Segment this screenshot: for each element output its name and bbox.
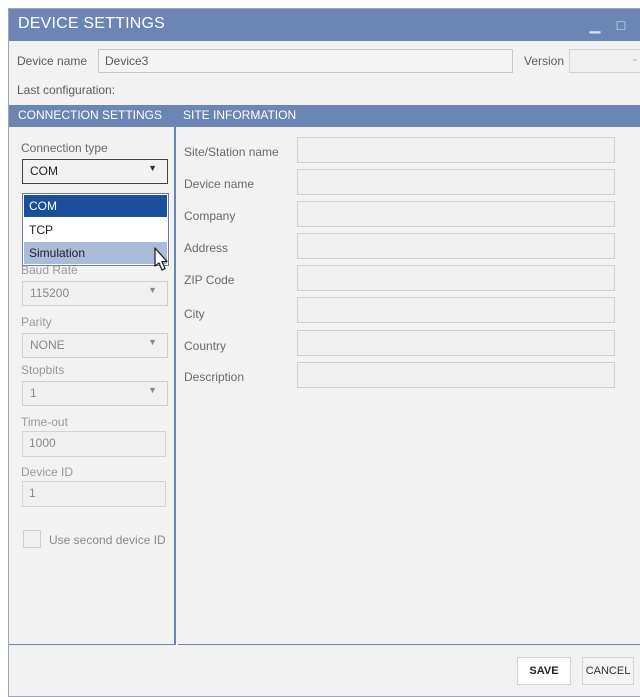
site-information-header: SITE INFORMATION (183, 108, 297, 122)
connection-type-label: Connection type (21, 141, 108, 155)
close-button[interactable]: × (633, 9, 640, 41)
zip-code-input[interactable] (297, 265, 615, 291)
dropdown-option-tcp[interactable]: TCP (24, 219, 167, 241)
city-label: City (184, 307, 205, 321)
baud-rate-value: 115200 (30, 286, 70, 300)
site-device-name-label: Device name (184, 177, 255, 191)
dropdown-option-com[interactable]: COM (24, 195, 167, 217)
chevron-down-icon: ▼ (148, 285, 157, 295)
address-label: Address (184, 241, 229, 255)
city-input[interactable] (297, 297, 615, 323)
stopbits-value: 1 (30, 386, 37, 400)
description-input[interactable] (297, 362, 615, 388)
connection-settings-header: CONNECTION SETTINGS (18, 108, 163, 122)
chevron-down-icon: ▼ (148, 163, 157, 173)
country-input[interactable] (297, 330, 615, 356)
parity-label: Parity (21, 315, 52, 329)
last-configuration-label: Last configuration: (17, 83, 116, 97)
device-name-label: Device name (17, 54, 88, 68)
stopbits-select[interactable]: 1 ▼ (22, 381, 168, 406)
connection-type-select[interactable]: COM ▼ (22, 159, 168, 184)
site-station-name-label: Site/Station name (184, 145, 279, 159)
dropdown-option-simulation[interactable]: Simulation (24, 242, 167, 264)
timeout-input[interactable]: 1000 (22, 431, 166, 457)
chevron-down-icon: ▼ (148, 385, 157, 395)
device-id-input[interactable]: 1 (22, 481, 166, 507)
second-device-id-checkbox[interactable] (23, 530, 41, 548)
company-input[interactable] (297, 201, 615, 227)
cancel-button[interactable]: CANCEL (582, 657, 634, 685)
mouse-pointer-icon (154, 247, 168, 271)
site-station-name-input[interactable] (297, 137, 615, 163)
address-input[interactable] (297, 233, 615, 259)
chevron-down-icon: ▼ (148, 337, 157, 347)
device-name-input[interactable]: Device3 (98, 49, 513, 73)
parity-select[interactable]: NONE ▼ (22, 333, 168, 358)
version-select[interactable]: ⌄ (569, 49, 640, 73)
second-device-id-label: Use second device ID (49, 533, 166, 547)
window-title: DEVICE SETTINGS (18, 15, 166, 32)
country-label: Country (184, 339, 227, 353)
timeout-label: Time-out (21, 415, 68, 429)
title-bar[interactable]: DEVICE SETTINGS ▁ □ × (9, 9, 640, 41)
connection-type-dropdown: COM TCP Simulation (22, 193, 169, 266)
baud-rate-select[interactable]: 115200 ▼ (22, 281, 168, 306)
section-header-bar: CONNECTION SETTINGS SITE INFORMATION (9, 105, 640, 127)
company-label: Company (184, 209, 236, 223)
maximize-button[interactable]: □ (607, 9, 635, 41)
description-label: Description (184, 370, 245, 384)
site-device-name-input[interactable] (297, 169, 615, 195)
minimize-button[interactable]: ▁ (581, 9, 609, 41)
save-button[interactable]: SAVE (517, 657, 571, 685)
stopbits-label: Stopbits (21, 363, 65, 377)
version-label: Version (524, 54, 565, 68)
chevron-down-icon: ⌄ (631, 53, 639, 63)
parity-value: NONE (30, 338, 65, 352)
device-id-label: Device ID (21, 465, 74, 479)
device-settings-window: DEVICE SETTINGS ▁ □ × Device name Device… (8, 8, 640, 697)
connection-type-value: COM (30, 164, 58, 178)
zip-code-label: ZIP Code (184, 273, 235, 287)
